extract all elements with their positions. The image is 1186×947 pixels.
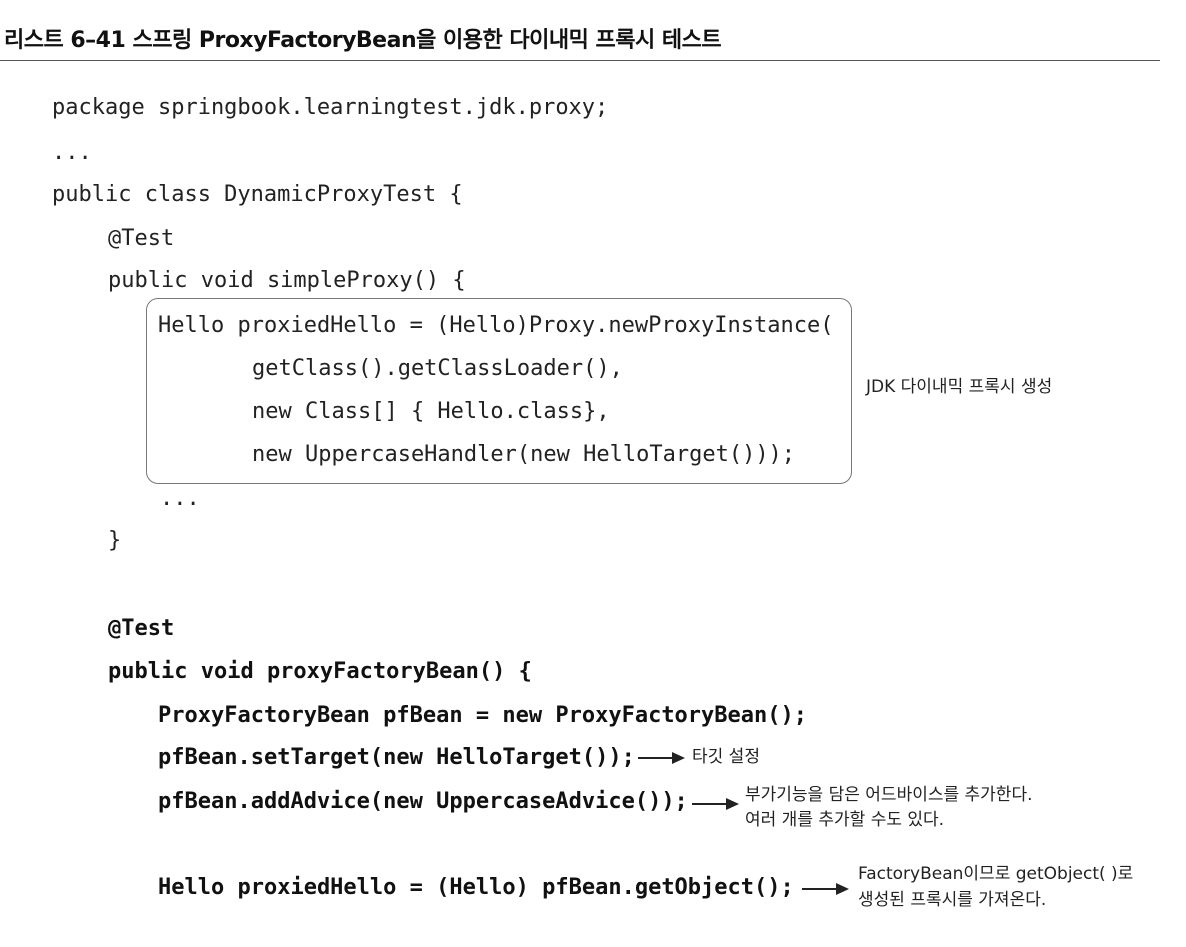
code-line-test-annotation-2: @Test [108, 616, 175, 641]
annotation-get-object-line1: FactoryBean이므로 getObject( )로 [858, 864, 1134, 884]
code-line-closing-brace: } [108, 528, 122, 553]
code-line-new-proxy-instance: Hello proxiedHello = (Hello)Proxy.newPro… [158, 313, 834, 338]
arrow-right-icon [692, 797, 740, 811]
code-line-set-target: pfBean.setTarget(new HelloTarget()); [158, 745, 635, 770]
code-line-get-object: Hello proxiedHello = (Hello) pfBean.getO… [158, 875, 794, 900]
annotation-add-advice-line1: 부가기능을 담은 어드바이스를 추가한다. [745, 785, 1033, 805]
annotation-jdk-proxy: JDK 다이내믹 프록시 생성 [866, 377, 1053, 397]
listing-title: 리스트 6–41 스프링 ProxyFactoryBean을 이용한 다이내믹 … [4, 28, 722, 53]
code-line-uppercase-handler: new UppercaseHandler(new HelloTarget()))… [252, 442, 796, 467]
code-line-add-advice: pfBean.addAdvice(new UppercaseAdvice()); [158, 789, 688, 814]
code-line-package: package springbook.learningtest.jdk.prox… [52, 95, 609, 120]
code-line-class-loader: getClass().getClassLoader(), [252, 356, 623, 381]
code-line-ellipsis-inner: ... [160, 486, 200, 511]
arrow-right-icon [802, 882, 850, 896]
code-line-simpleproxy-signature: public void simpleProxy() { [108, 268, 466, 293]
annotation-add-advice-line2: 여러 개를 추가할 수도 있다. [745, 810, 945, 830]
code-line-new-pfbean: ProxyFactoryBean pfBean = new ProxyFacto… [158, 703, 808, 728]
arrow-right-icon [638, 751, 686, 765]
code-line-ellipsis: ... [52, 140, 92, 165]
annotation-get-object-line2: 생성된 프록시를 가져온다. [858, 890, 1047, 910]
code-line-test-annotation: @Test [108, 226, 175, 251]
code-line-class-declaration: public class DynamicProxyTest { [52, 182, 463, 207]
code-line-proxyfactorybean-signature: public void proxyFactoryBean() { [108, 659, 532, 684]
code-line-interfaces: new Class[] { Hello.class}, [252, 399, 610, 424]
title-divider [0, 60, 1160, 61]
annotation-set-target: 타깃 설정 [692, 747, 760, 767]
